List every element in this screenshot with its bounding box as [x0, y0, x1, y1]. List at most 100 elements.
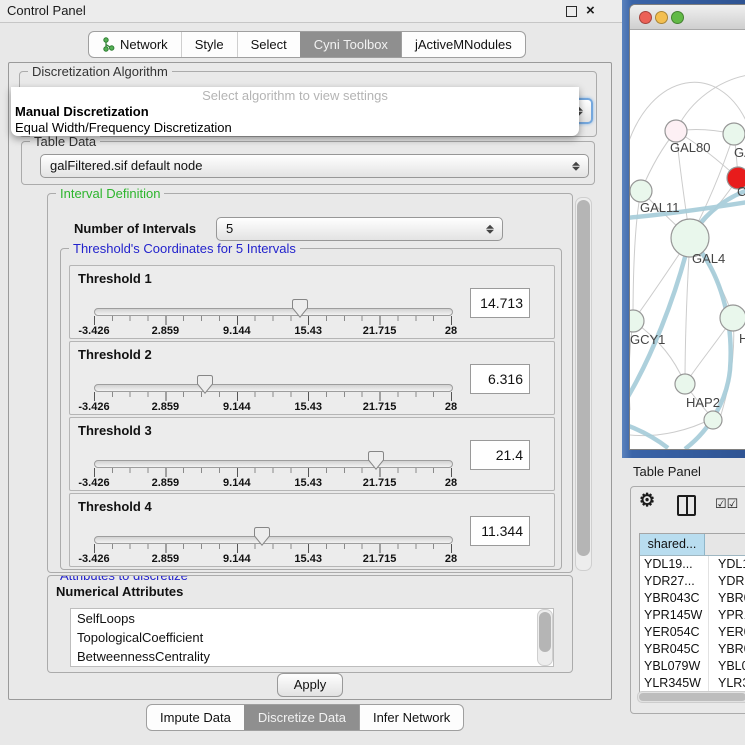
zoom-traffic-light-icon[interactable]	[671, 11, 684, 24]
tab-cyni-toolbox[interactable]: Cyni Toolbox	[300, 32, 401, 57]
tick-label: 15.43	[294, 477, 322, 489]
scrollbar-thumb[interactable]	[577, 200, 590, 556]
settings-vertical-scrollbar[interactable]	[575, 197, 592, 571]
table-horizontal-scrollbar[interactable]	[637, 691, 745, 703]
node-label-gcy1: GCY1	[630, 332, 665, 347]
cell-name[interactable]: YDR2	[709, 573, 745, 590]
threshold-4-slider-thumb[interactable]	[254, 527, 270, 546]
table-row[interactable]: YDL19...YDL1	[640, 556, 745, 573]
threshold-1-panel: Threshold 1 -3.4262.8599.14415.4321.7152…	[69, 265, 555, 339]
attributes-scrollbar[interactable]	[537, 609, 553, 666]
attribute-list-item[interactable]: TopologicalCoefficient	[71, 628, 553, 647]
cyni-settings-panel: Discretization Algorithm Select algorith…	[8, 62, 612, 700]
cell-name[interactable]: YDL1	[709, 556, 745, 573]
float-window-icon[interactable]	[566, 6, 577, 17]
attributes-group: Attributes to discretize Numerical Attri…	[47, 575, 573, 673]
table-panel: ⚙ ☑☑ shared... n YDL19...YDL1YDR27...YDR…	[630, 486, 745, 714]
control-panel-tabs: Network Style Select Cyni Toolbox jActiv…	[88, 31, 526, 58]
cell-name[interactable]: YPR1	[709, 607, 745, 624]
tab-select[interactable]: Select	[237, 32, 300, 57]
network-window-titlebar	[630, 5, 745, 30]
network-canvas[interactable]: GAL80 GA GAL11 C GAL4 GCY1 H HAP2	[630, 30, 745, 449]
threshold-2-slider-track[interactable]	[94, 384, 453, 392]
slider-tick-labels: -3.4262.8599.14415.4321.71528	[94, 325, 451, 338]
dropdown-option-manual[interactable]: Manual Discretization	[11, 104, 579, 120]
tick-label: 21.715	[363, 553, 397, 565]
columns-icon[interactable]	[677, 495, 696, 516]
node-label-gal80: GAL80	[670, 140, 710, 155]
cell-shared-name[interactable]: YLR345W	[640, 675, 709, 692]
table-row[interactable]: YBR043CYBR0	[640, 590, 745, 607]
cell-shared-name[interactable]: YDL19...	[640, 556, 709, 573]
threshold-2-panel: Threshold 2 -3.4262.8599.14415.4321.7152…	[69, 341, 555, 415]
tab-label: jActiveMNodules	[415, 32, 512, 57]
tab-network[interactable]: Network	[89, 32, 181, 57]
gear-icon[interactable]: ⚙	[639, 490, 655, 511]
scrollbar-thumb[interactable]	[639, 693, 745, 701]
table-row[interactable]: YER054CYER0	[640, 624, 745, 641]
table-row[interactable]: YLR345WYLR3	[640, 675, 745, 692]
cell-shared-name[interactable]: YER054C	[640, 624, 709, 641]
table-row[interactable]: YPR145WYPR1	[640, 607, 745, 624]
close-traffic-light-icon[interactable]	[639, 11, 652, 24]
node-label-gal4: GAL4	[692, 251, 725, 266]
column-header-name[interactable]: n	[705, 534, 745, 555]
threshold-3-value-field[interactable]: 21.4	[470, 440, 530, 470]
slider-tick-labels: -3.4262.8599.14415.4321.71528	[94, 553, 451, 566]
tick-label: 21.715	[363, 401, 397, 413]
tab-jactivemnodules[interactable]: jActiveMNodules	[401, 32, 525, 57]
cell-shared-name[interactable]: YBL079W	[640, 658, 709, 675]
threshold-2-value-field[interactable]: 6.316	[470, 364, 530, 394]
network-icon	[102, 37, 115, 52]
threshold-3-slider-track[interactable]	[94, 460, 453, 468]
cell-name[interactable]: YBR0	[709, 590, 745, 607]
tab-style[interactable]: Style	[181, 32, 237, 57]
threshold-1-slider-track[interactable]	[94, 308, 453, 316]
threshold-3-slider-thumb[interactable]	[368, 451, 384, 470]
table-row[interactable]: YBR045CYBR0	[640, 641, 745, 658]
tab-discretize-data[interactable]: Discretize Data	[244, 705, 359, 730]
cell-shared-name[interactable]: YBR045C	[640, 641, 709, 658]
node-top-right[interactable]	[723, 123, 745, 145]
node-gal11[interactable]	[630, 180, 652, 202]
slider-tickmarks	[94, 544, 452, 553]
slider-tickmarks	[94, 392, 452, 401]
node-gal80[interactable]	[665, 120, 687, 142]
tick-label: -3.426	[78, 325, 109, 337]
dropdown-option-equal-width[interactable]: Equal Width/Frequency Discretization	[11, 120, 579, 136]
number-of-intervals-combobox[interactable]: 5	[216, 217, 503, 241]
threshold-1-slider-thumb[interactable]	[292, 299, 308, 318]
cell-shared-name[interactable]: YDR27...	[640, 573, 709, 590]
threshold-2-slider-thumb[interactable]	[197, 375, 213, 394]
cell-name[interactable]: YBL0	[709, 658, 745, 675]
node-attribute-table: shared... n YDL19...YDL1YDR27...YDR2YBR0…	[639, 533, 745, 699]
cell-name[interactable]: YLR3	[709, 675, 745, 692]
node-right-mid[interactable]	[720, 305, 745, 331]
threshold-4-value-field[interactable]: 11.344	[470, 516, 530, 546]
table-row[interactable]: YBL079WYBL0	[640, 658, 745, 675]
node-gcy1[interactable]	[630, 310, 644, 332]
cell-name[interactable]: YBR0	[709, 641, 745, 658]
threshold-4-slider-track[interactable]	[94, 536, 453, 544]
checkboxes-icon[interactable]: ☑☑	[715, 496, 738, 512]
tab-impute-data[interactable]: Impute Data	[147, 705, 244, 730]
cell-shared-name[interactable]: YPR145W	[640, 607, 709, 624]
node-bottom-partial[interactable]	[704, 411, 722, 429]
tab-infer-network[interactable]: Infer Network	[359, 705, 463, 730]
attribute-list-item[interactable]: SelfLoops	[71, 609, 553, 628]
attribute-list-item[interactable]: BetweennessCentrality	[71, 647, 553, 666]
apply-button[interactable]: Apply	[277, 673, 343, 697]
column-header-shared[interactable]: shared...	[640, 534, 705, 555]
minimize-traffic-light-icon[interactable]	[655, 11, 668, 24]
table-data-combobox[interactable]: galFiltered.sif default node	[40, 154, 589, 178]
cell-name[interactable]: YER0	[709, 624, 745, 641]
tick-label: 28	[445, 553, 457, 565]
threshold-label: Threshold 3	[78, 423, 152, 438]
scrollbar-thumb[interactable]	[539, 612, 551, 652]
close-icon[interactable]: ×	[586, 0, 595, 22]
node-hap2[interactable]	[675, 374, 695, 394]
table-row[interactable]: YDR27...YDR2	[640, 573, 745, 590]
cytoscape-desktop: GAL80 GA GAL11 C GAL4 GCY1 H HAP2	[622, 0, 745, 458]
threshold-1-value-field[interactable]: 14.713	[470, 288, 530, 318]
cell-shared-name[interactable]: YBR043C	[640, 590, 709, 607]
